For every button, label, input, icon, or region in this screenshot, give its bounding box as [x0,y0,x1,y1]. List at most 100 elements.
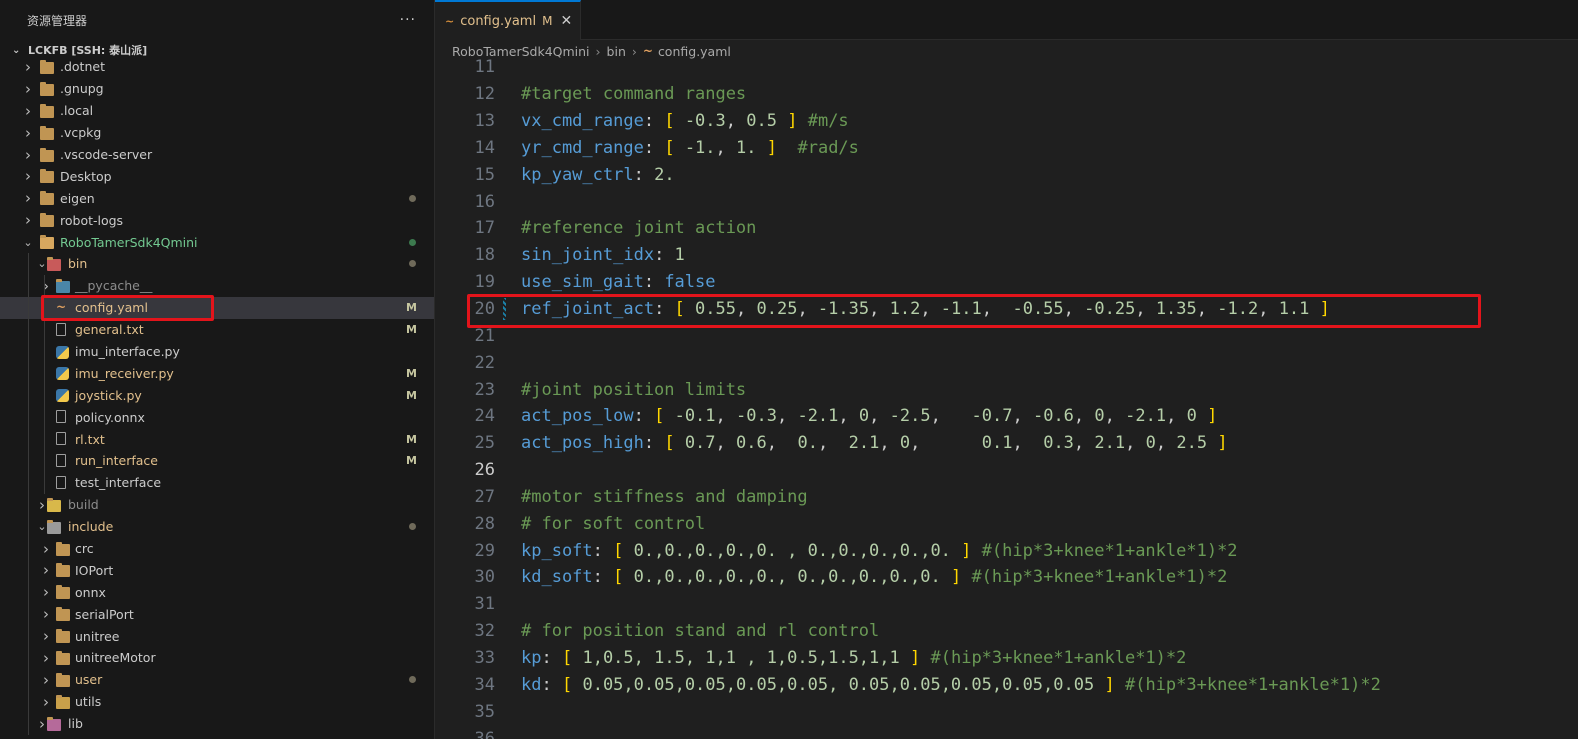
tree-item[interactable]: › .local [0,100,434,122]
tree-item[interactable]: ⌄ RoboTamerSdk4Qmini [0,231,434,253]
code-line[interactable]: 16 [435,188,1578,215]
code-line[interactable]: 24 act_pos_low: [ -0.1, -0.3, -2.1, 0, -2… [435,403,1578,430]
tree-item[interactable]: ⌄ include [0,516,434,538]
tree-item[interactable]: › Desktop [0,165,434,187]
tree-item[interactable]: run_interface M [0,450,434,472]
tree-item-label: crc [75,541,94,557]
code-line[interactable]: 20 ref_joint_act: [ 0.55, 0.25, -1.35, 1.… [435,296,1578,323]
code-line[interactable]: 12 #target command ranges [435,81,1578,108]
tree-item[interactable]: › onnx [0,581,434,603]
folder-icon [40,191,54,206]
code-token: , [1258,299,1279,320]
tree-item[interactable]: › __pycache__ [0,275,434,297]
code-token: -1.35 [817,299,870,320]
line-number: 21 [474,325,495,346]
tree-item[interactable]: › unitree [0,625,434,647]
tree-item[interactable]: policy.onnx [0,406,434,428]
tree-item-label: build [68,497,99,513]
tree-item-label: config.yaml [75,300,148,316]
tree-item[interactable]: test_interface [0,472,434,494]
tree-item[interactable]: › lib [0,713,434,735]
tree-item[interactable]: › .vscode-server [0,144,434,166]
line-text: #joint position limits [521,380,746,400]
code-line[interactable]: 26 [435,457,1578,484]
code-token: : [633,164,655,185]
tree-item[interactable]: › .vcpkg [0,122,434,144]
more-actions-icon[interactable]: ··· [400,12,416,28]
code-line[interactable]: 19 use_sim_gait: false [435,269,1578,296]
tree-item[interactable]: › robot-logs [0,209,434,231]
code-line[interactable]: 14 yr_cmd_range: [ -1., 1. ] #rad/s [435,135,1578,162]
tree-item[interactable]: ~ config.yaml M [0,296,434,319]
tree-item[interactable]: › build [0,494,434,516]
code-line[interactable]: 34 kd: [ 0.05,0.05,0.05,0.05,0.05, 0.05,0… [435,671,1578,698]
tree-item[interactable]: joystick.py M [0,384,434,406]
code-line[interactable]: 31 [435,591,1578,618]
code-view[interactable]: 11 12 #target command ranges 13 vx_cmd_range… [435,54,1578,739]
code-token: #m/s [807,111,849,132]
tree-item[interactable]: › serialPort [0,603,434,625]
tree-item[interactable]: general.txt M [0,319,434,341]
code-line[interactable]: 21 [435,322,1578,349]
code-token: , [725,111,747,132]
modified-badge: M [406,301,417,315]
code-line[interactable]: 30 kd_soft: [ 0.,0.,0.,0.,0., 0.,0.,0.,0.… [435,564,1578,591]
code-line[interactable]: 18 sin_joint_idx: 1 [435,242,1578,269]
line-text: act_pos_low: [ -0.1, -0.3, -2.1, 0, -2.5… [521,406,1217,426]
tree-item[interactable]: › utils [0,691,434,713]
code-token: , [736,299,757,320]
code-token: -1.2 [1217,299,1259,320]
code-line[interactable]: 27 #motor stiffness and damping [435,484,1578,511]
code-line[interactable]: 22 [435,349,1578,376]
code-token: [ [561,674,573,695]
line-number: 32 [474,621,495,642]
code-token: 1. [736,137,757,158]
code-token: , [930,406,972,427]
git-change-marker[interactable] [503,297,506,321]
change-dot-icon [409,238,416,246]
tree-item[interactable]: imu_receiver.py M [0,362,434,384]
tree-item[interactable]: › unitreeMotor [0,647,434,669]
tree-item-label: imu_interface.py [75,344,180,360]
tab-config-yaml[interactable]: ~ config.yaml M ✕ [435,0,582,40]
code-line[interactable]: 11 [435,54,1578,81]
folder-icon [56,607,70,622]
tree-item[interactable]: rl.txt M [0,428,434,450]
code-line[interactable]: 32 # for position stand and rl control [435,618,1578,645]
code-line[interactable]: 35 [435,698,1578,725]
code-line[interactable]: 13 vx_cmd_range: [ -0.3, 0.5 ] #m/s [435,108,1578,135]
chevron-right-icon: › [25,57,31,76]
code-line[interactable]: 15 kp_yaw_ctrl: 2. [435,161,1578,188]
file-icon [56,432,66,446]
code-line[interactable]: 28 # for soft control [435,510,1578,537]
code-line[interactable]: 29 kp_soft: [ 0.,0.,0.,0.,0. , 0.,0.,0.,0… [435,537,1578,564]
tree-item[interactable]: › crc [0,538,434,560]
code-line[interactable]: 33 kp: [ 1,0.5, 1.5, 1,1 , 1,0.5,1.5,1,1 … [435,645,1578,672]
code-token: : [654,299,675,320]
tree-item[interactable]: ⌄ bin [0,253,434,275]
code-token: -0.1 [674,406,716,427]
tree-item[interactable]: › .gnupg [0,78,434,100]
line-number: 11 [474,57,495,78]
code-line[interactable]: 17 #reference joint action [435,215,1578,242]
code-line[interactable]: 23 #joint position limits [435,376,1578,403]
tree-item[interactable]: › IOPort [0,559,434,581]
line-text: sin_joint_idx: 1 [521,245,685,265]
tree-item[interactable]: › user [0,669,434,691]
tree-item[interactable]: › .dotnet [0,56,434,78]
tree-item-label: eigen [60,190,95,206]
code-line[interactable]: 36 [435,725,1578,739]
code-token: #(hip*3+knee*1+ankle*1)*2 [1124,674,1381,695]
code-line[interactable]: 25 act_pos_high: [ 0.7, 0.6, 0., 2.1, 0, … [435,430,1578,457]
code-token: kp [521,647,542,668]
tree-item[interactable]: › eigen [0,187,434,209]
change-dot-icon [409,676,416,684]
tree-item-label: policy.onnx [75,409,145,425]
tree-item[interactable]: imu_interface.py [0,341,434,363]
close-icon[interactable]: ✕ [560,13,572,29]
